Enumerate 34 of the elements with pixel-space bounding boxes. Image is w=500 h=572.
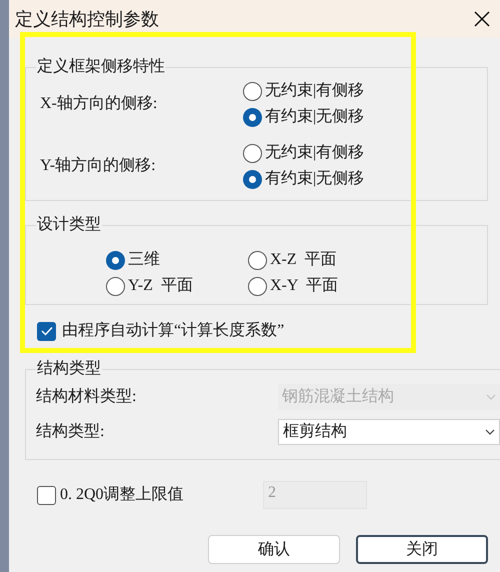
checkbox-label: 0. 2Q0调整上限值 [60,484,185,505]
chevron-down-icon [485,429,495,435]
radio-label: Y-Z 平面 [128,276,193,296]
radio-button[interactable] [243,144,262,162]
radio-label: X-Y 平面 [270,276,338,296]
group-title: 结构类型 [36,358,102,379]
field-label: Y-轴方向的侧移: [39,156,157,176]
radio-label: X-Z 平面 [270,250,337,270]
radio-label: 无约束|有侧移 [265,80,364,101]
dialog-button[interactable]: 确认 [208,535,340,564]
checkbox[interactable] [37,322,56,340]
close-icon[interactable] [474,11,490,27]
radio-button[interactable] [248,276,267,296]
radio-label: 三维 [128,250,160,270]
radio-button[interactable] [243,170,262,188]
group-title: 设计类型 [36,214,102,235]
field-label: 结构材料类型: [36,386,138,407]
radio-label: 有约束|无侧移 [265,106,364,127]
radio-button[interactable] [243,108,262,126]
radio-label: 有约束|无侧移 [265,168,364,189]
group-title: 定义框架侧移特性 [36,56,166,77]
field-label: X-轴方向的侧移: [39,94,158,114]
radio-button[interactable] [106,276,125,296]
check-icon [40,326,52,336]
radio-button[interactable] [248,250,267,270]
chevron-down-icon [486,394,496,400]
checkbox-label: 由程序自动计算“计算长度系数” [62,320,284,341]
radio-button[interactable] [106,250,125,270]
radio-label: 无约束|有侧移 [265,142,364,163]
dialog-button[interactable]: 关闭 [356,535,488,564]
dropdown[interactable]: 框剪结构 [278,419,500,445]
field-label: 结构类型: [36,422,106,442]
radio-button[interactable] [243,82,262,100]
window-title: 定义结构控制参数 [15,8,159,30]
